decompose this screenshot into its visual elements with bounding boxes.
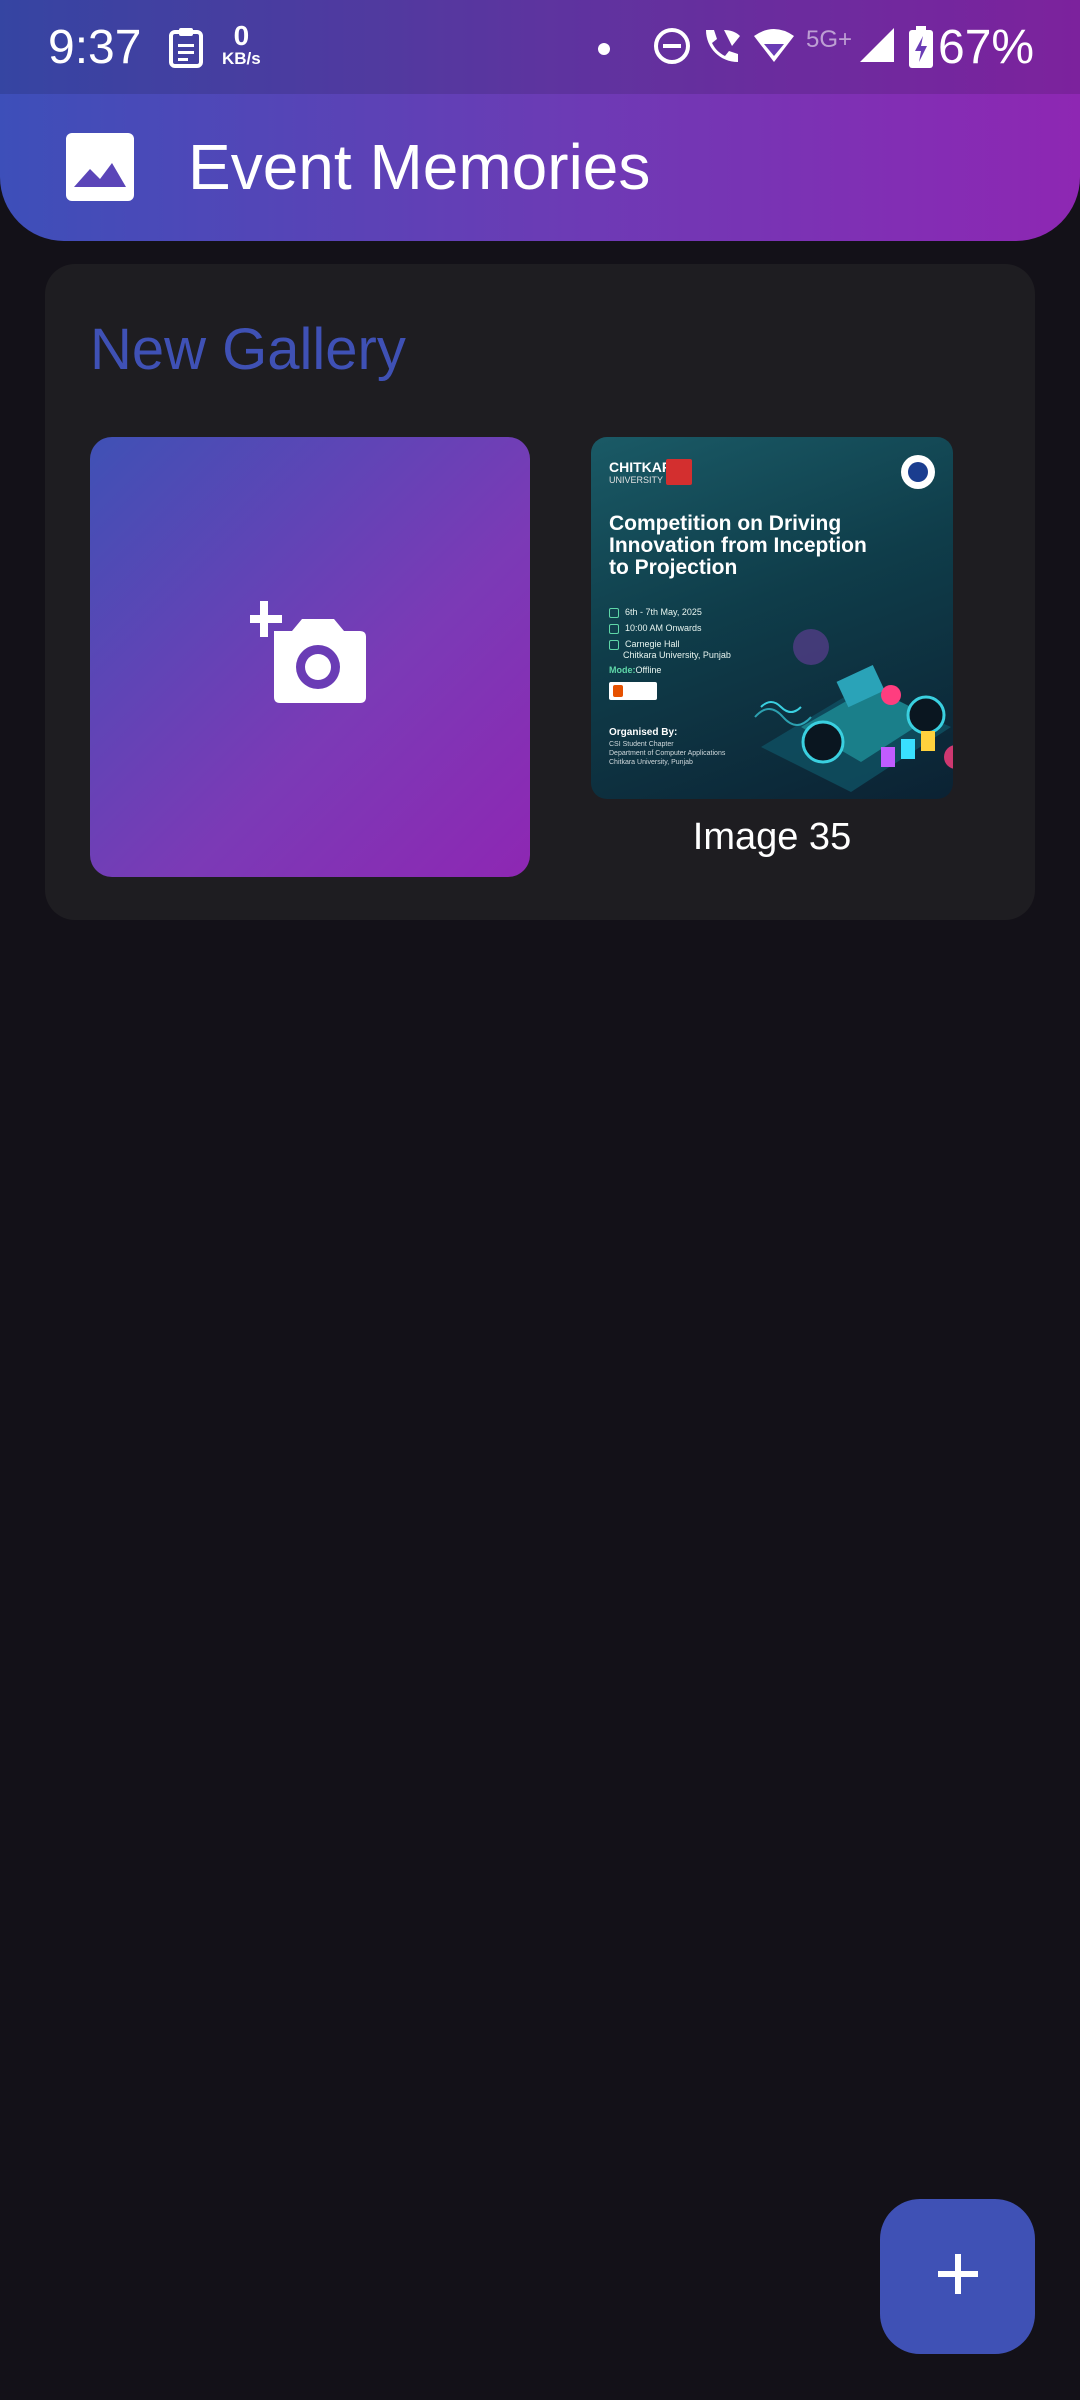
poster-org-line-1: CSI Student Chapter	[609, 741, 674, 748]
plus-icon	[936, 2252, 980, 2301]
poster-org-line-3: Chitkara University, Punjab	[609, 759, 693, 766]
status-bar: 9:37 0 KB/s 5G+ 67%	[0, 0, 1080, 94]
battery-percentage: 67%	[938, 21, 1035, 74]
image-icon	[66, 133, 134, 201]
network-speed: 0 KB/s	[222, 20, 261, 68]
status-time: 9:37	[48, 21, 142, 74]
university-logo-icon	[666, 459, 692, 485]
poster-org-line-2: Department of Computer Applications	[609, 750, 726, 757]
seal-icon	[901, 455, 935, 489]
add-gallery-button[interactable]	[880, 2199, 1035, 2354]
gallery-title[interactable]: New Gallery	[90, 316, 406, 383]
poster-mode: Mode:Offline	[609, 665, 662, 675]
app-header: 9:37 0 KB/s 5G+ 67% Event Memories	[0, 0, 1080, 241]
cellular-signal-icon	[858, 26, 896, 69]
app-title: Event Memories	[188, 131, 651, 203]
robot-car-illustration	[741, 577, 953, 799]
poster-venue: Carnegie Hall	[609, 639, 680, 650]
network-type: 5G+	[806, 26, 853, 53]
poster-brand-sub: UNIVERSITY	[609, 475, 664, 485]
poster-time: 10:00 AM Onwards	[609, 623, 702, 634]
do-not-disturb-icon	[652, 26, 692, 71]
building-icon	[609, 639, 619, 650]
wifi-calling-icon	[700, 26, 744, 71]
clipboard-icon	[168, 26, 204, 73]
clock-icon	[609, 623, 619, 634]
poster-title: Competition on Driving Innovation from I…	[609, 512, 867, 580]
gallery-card: New Gallery CHITKARA UNIVERSITY Competit…	[45, 264, 1035, 920]
poster-venue-2: Chitkara University, Punjab	[623, 650, 731, 660]
wifi-icon	[752, 26, 796, 71]
poster-organised-by: Organised By:	[609, 727, 678, 738]
image-caption: Image 35	[692, 816, 852, 858]
gallery-image-thumbnail[interactable]: CHITKARA UNIVERSITY Competition on Drivi…	[591, 437, 953, 799]
csi-logo-icon	[609, 682, 657, 700]
calendar-icon	[609, 607, 619, 618]
add-photo-button[interactable]	[90, 437, 530, 877]
battery-charging-icon	[908, 26, 934, 73]
poster-date: 6th - 7th May, 2025	[609, 607, 702, 618]
notification-dot-icon	[598, 42, 610, 60]
add-a-photo-icon	[246, 597, 366, 707]
